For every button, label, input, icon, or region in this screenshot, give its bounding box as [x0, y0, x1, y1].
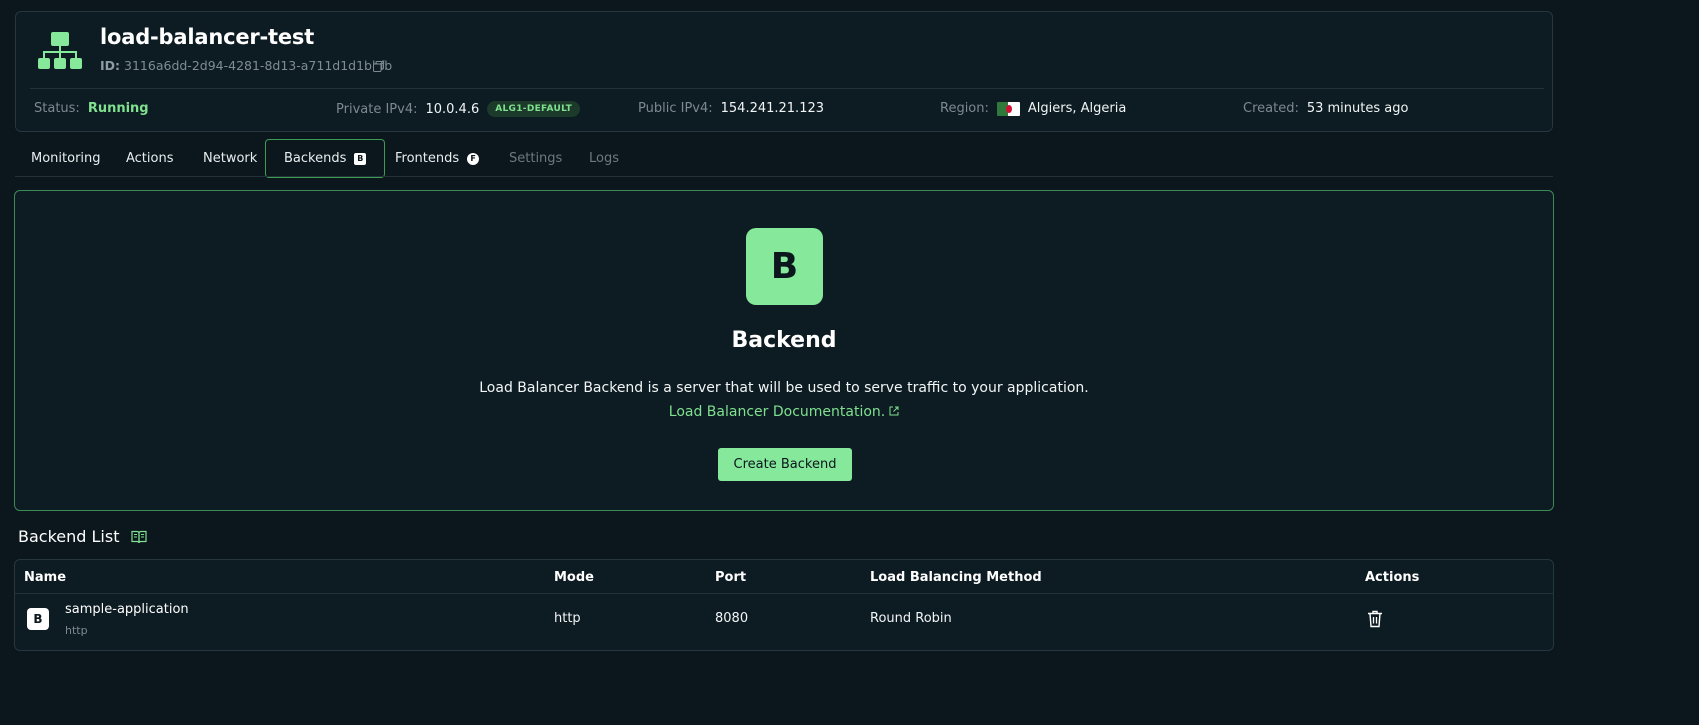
backend-method: Round Robin — [870, 611, 952, 626]
trash-icon[interactable] — [1367, 610, 1383, 628]
tab-label: Actions — [126, 151, 174, 166]
load-balancer-header: load-balancer-test ID: 3116a6dd-2d94-428… — [15, 11, 1553, 132]
algeria-flag-icon — [996, 101, 1020, 116]
column-header-mode: Mode — [554, 570, 594, 585]
tab-label: Frontends — [395, 151, 460, 166]
backend-badge-icon: B — [354, 152, 367, 165]
id-label: ID: — [100, 58, 121, 73]
backend-port: 8080 — [715, 611, 749, 626]
tab-logs[interactable]: Logs — [589, 139, 619, 178]
id-value: 3116a6dd-2d94-4281-8d13-a711d1d1bbfb — [124, 58, 393, 73]
column-header-actions: Actions — [1365, 570, 1420, 585]
tab-frontends[interactable]: Frontends F — [395, 139, 480, 178]
region-value: Algiers, Algeria — [1027, 101, 1127, 116]
table-header: Name Mode Port Load Balancing Method Act… — [15, 560, 1553, 594]
tab-bar: Monitoring Actions Network Backends B Fr… — [15, 139, 1553, 178]
created-field: Created: 53 minutes ago — [1243, 101, 1408, 116]
copy-icon[interactable] — [373, 61, 384, 72]
region-field: Region: Algiers, Algeria — [940, 101, 1126, 116]
page-title: load-balancer-test — [100, 25, 315, 49]
public-ipv4-value: 154.241.21.123 — [720, 101, 825, 116]
tab-label: Monitoring — [31, 151, 101, 166]
backend-row-icon: B — [27, 608, 49, 630]
tab-divider — [15, 176, 1553, 177]
create-backend-button[interactable]: Create Backend — [718, 448, 852, 481]
book-icon[interactable] — [131, 530, 148, 544]
column-header-name: Name — [24, 570, 67, 585]
status-value: Running — [87, 101, 149, 116]
load-balancer-icon — [38, 32, 82, 69]
external-link-icon[interactable] — [889, 406, 899, 416]
resource-id: ID: 3116a6dd-2d94-4281-8d13-a711d1d1bbfb — [100, 58, 392, 73]
documentation-link-row: Load Balancer Documentation. — [15, 404, 1553, 420]
tab-label: Settings — [509, 151, 563, 166]
tab-monitoring[interactable]: Monitoring — [31, 139, 101, 178]
tab-network[interactable]: Network — [203, 139, 257, 178]
backend-table: Name Mode Port Load Balancing Method Act… — [14, 559, 1554, 651]
region-label: Region: — [940, 101, 989, 116]
tab-settings[interactable]: Settings — [509, 139, 562, 178]
created-label: Created: — [1243, 101, 1299, 116]
private-ipv4-label: Private IPv4: — [336, 101, 418, 117]
status-field: Status: Running — [34, 101, 149, 116]
empty-state-description: Load Balancer Backend is a server that w… — [479, 380, 1089, 396]
tab-label: Backends — [284, 151, 347, 166]
frontend-badge-icon: F — [467, 152, 480, 165]
backend-list-heading: Backend List — [18, 527, 148, 546]
section-title: Backend List — [18, 527, 120, 546]
documentation-link[interactable]: Load Balancer Documentation. — [669, 404, 885, 420]
tab-backends[interactable]: Backends B — [265, 139, 386, 178]
tab-label: Logs — [589, 151, 619, 166]
backend-mode: http — [554, 611, 581, 626]
vpc-badge: ALG1-DEFAULT — [487, 101, 581, 117]
empty-state-title: Backend — [731, 328, 837, 353]
backend-empty-state: B Backend Load Balancer Backend is a ser… — [14, 190, 1554, 511]
backend-name[interactable]: sample-application — [65, 602, 189, 617]
tab-actions[interactable]: Actions — [126, 139, 174, 178]
private-ipv4-value: 10.0.4.6 — [425, 101, 480, 117]
column-header-port: Port — [715, 570, 747, 585]
column-header-method: Load Balancing Method — [870, 570, 1042, 585]
public-ipv4-field: Public IPv4: 154.241.21.123 — [638, 101, 824, 116]
status-label: Status: — [34, 101, 80, 116]
backend-icon: B — [746, 228, 823, 305]
tab-label: Network — [203, 151, 258, 166]
public-ipv4-label: Public IPv4: — [638, 101, 713, 116]
header-divider — [30, 88, 1544, 89]
created-value: 53 minutes ago — [1306, 101, 1409, 116]
backend-protocol: http — [65, 624, 88, 637]
private-ipv4-field: Private IPv4: 10.0.4.6 ALG1-DEFAULT — [336, 101, 581, 117]
